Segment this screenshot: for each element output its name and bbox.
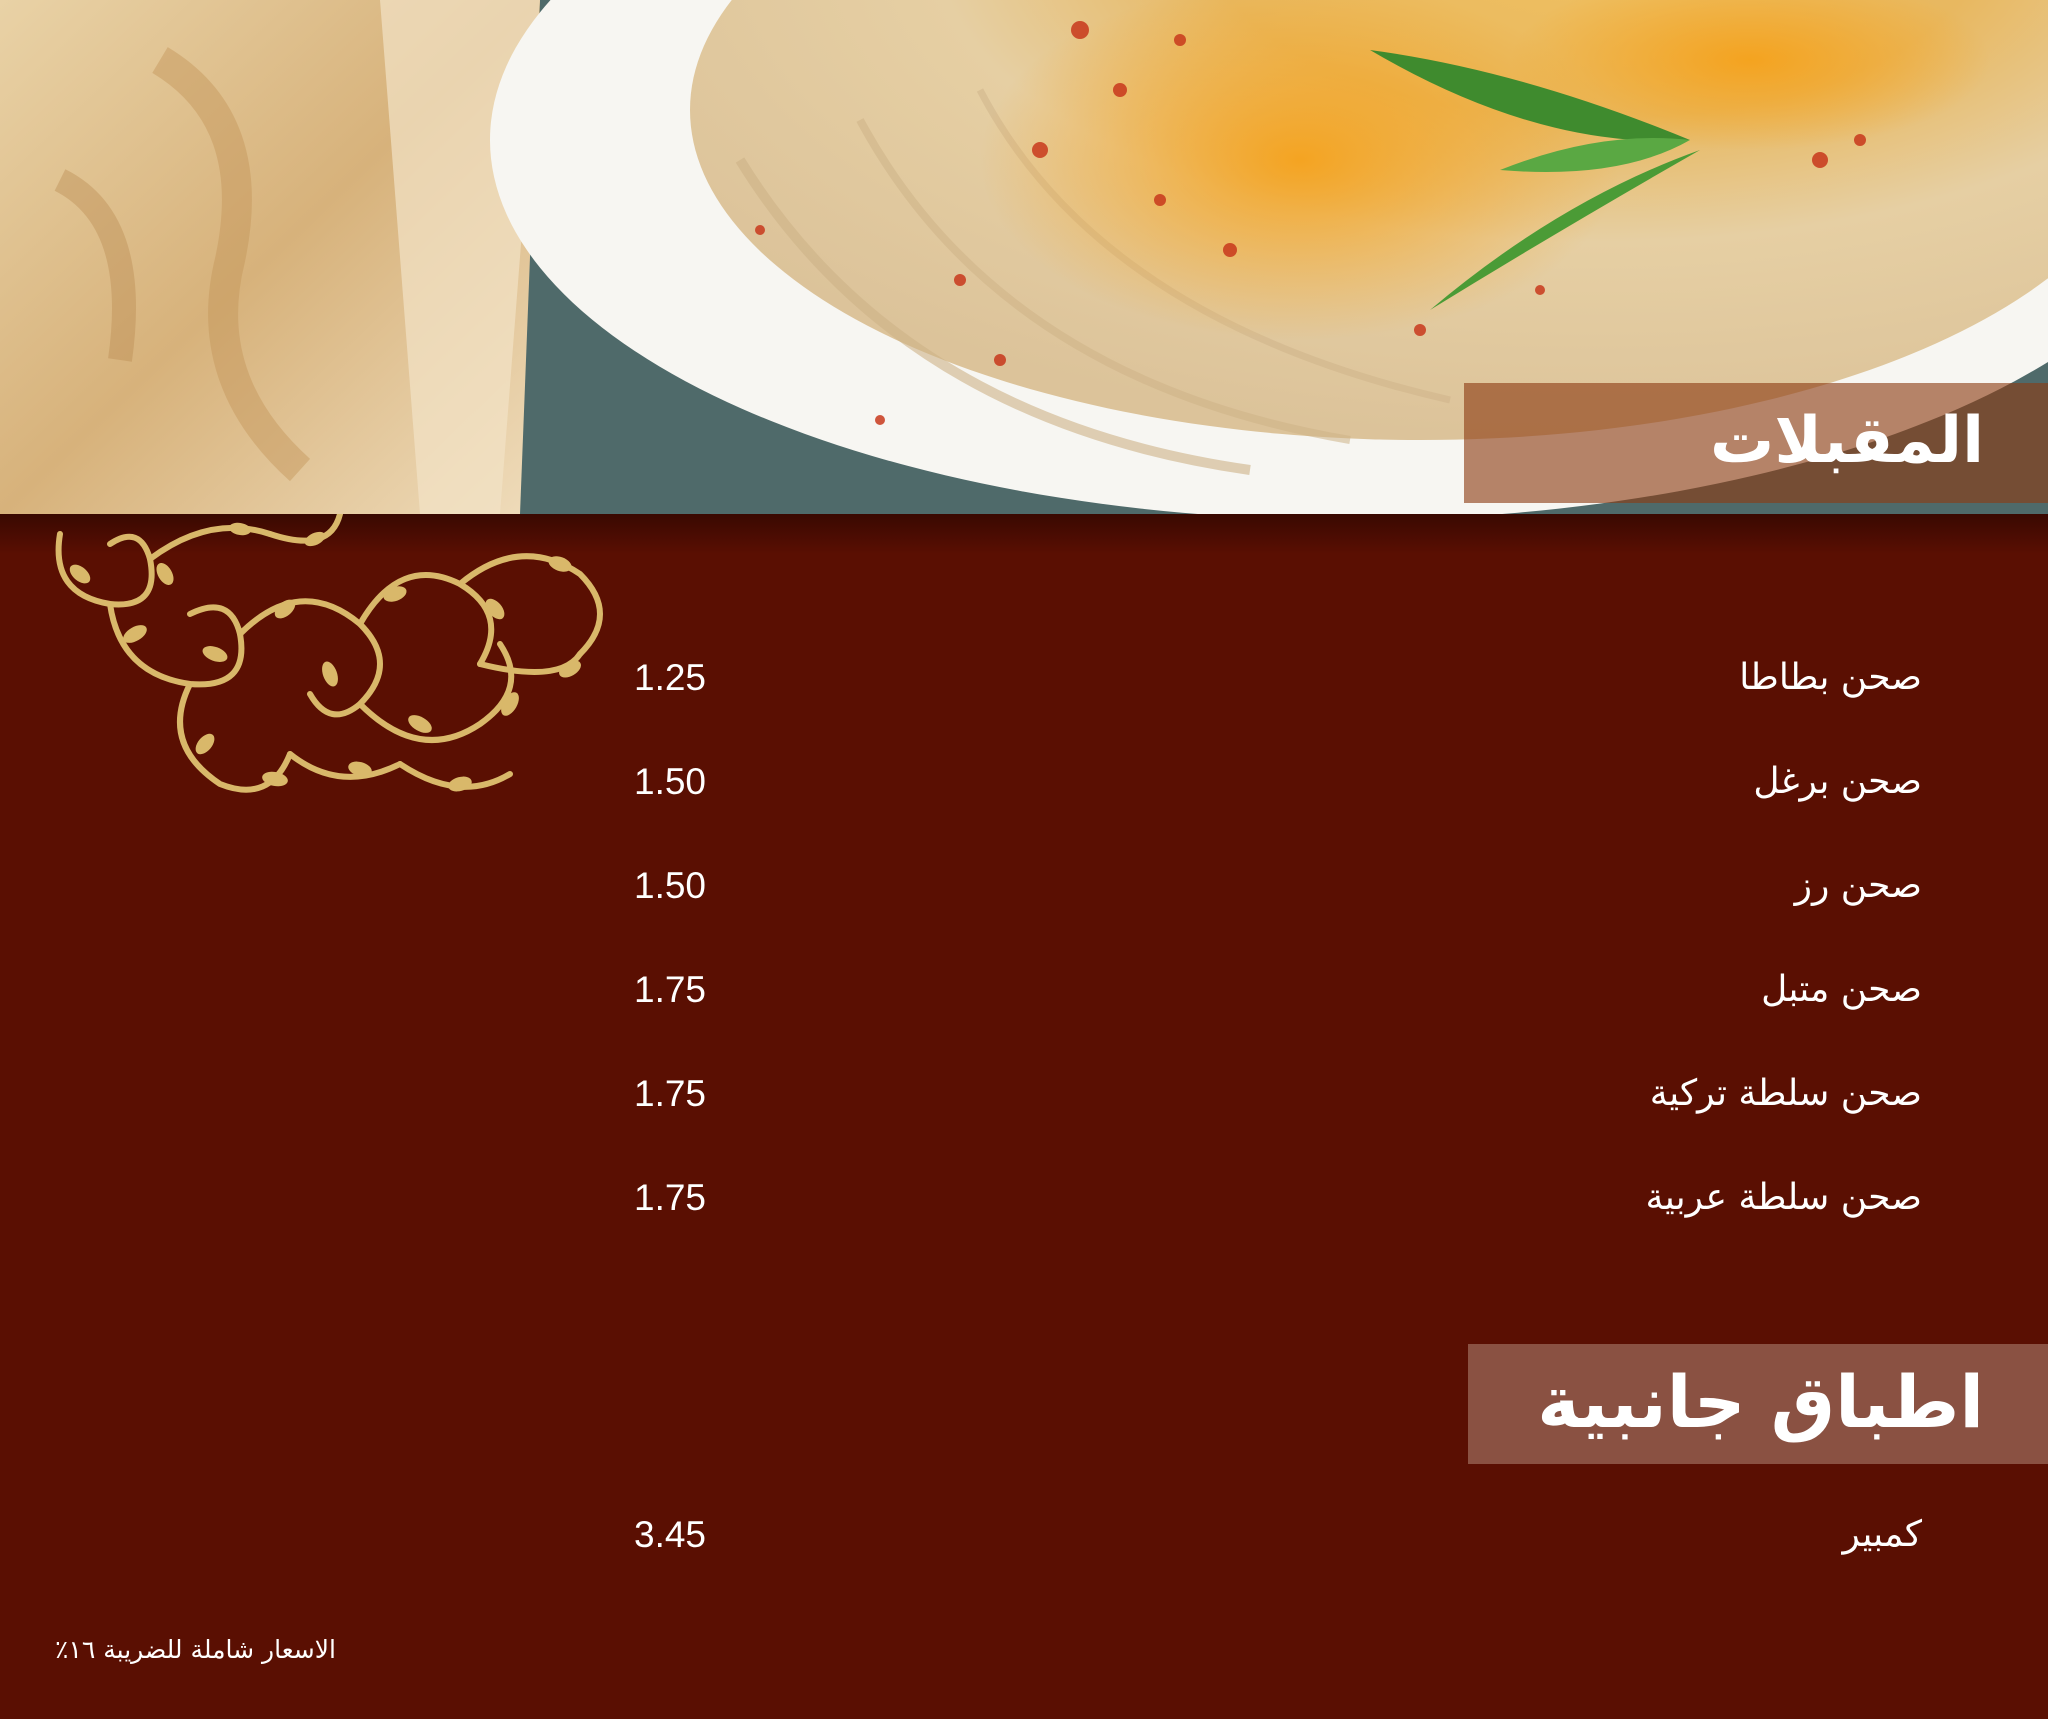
menu-item-price: 1.50 [634, 865, 707, 906]
tax-footnote: الاسعار شاملة للضريبة ١٦٪ [55, 1635, 336, 1664]
menu-item-price: 1.50 [634, 761, 707, 802]
section-title-side-dishes: اطباق جانبية [1468, 1344, 2048, 1464]
menu-item-name: صحن سلطة عربية [1645, 1177, 1922, 1218]
menu-item-price: 1.25 [634, 657, 707, 698]
menu-item-name: صحن برغل [1753, 761, 1922, 802]
menu-item: كمبير 3.45 [620, 1505, 1922, 1565]
menu-item: صحن سلطة تركية 1.75 [620, 1064, 1922, 1124]
section-title-appetizers: المقبلات [1464, 383, 2048, 503]
menu-item: صحن بطاطا 1.25 [620, 648, 1922, 708]
menu-item-price: 1.75 [634, 1073, 707, 1114]
menu-item-name: كمبير [1842, 1514, 1922, 1555]
menu-item-name: صحن بطاطا [1739, 657, 1922, 698]
gold-floral-ornament [55, 514, 603, 793]
menu-item-name: صحن رز [1794, 865, 1922, 906]
menu-item-price: 3.45 [634, 1514, 707, 1555]
menu-item: صحن متبل 1.75 [620, 960, 1922, 1020]
menu-item-name: صحن متبل [1761, 969, 1922, 1010]
menu-item-name: صحن سلطة تركية [1649, 1073, 1922, 1114]
menu-item-price: 1.75 [634, 1177, 707, 1218]
menu-item: صحن رز 1.50 [620, 856, 1922, 916]
menu-item: صحن برغل 1.50 [620, 752, 1922, 812]
menu-item: صحن سلطة عربية 1.75 [620, 1168, 1922, 1228]
hero-food-photo: المقبلات [0, 0, 2048, 514]
menu-item-price: 1.75 [634, 969, 707, 1010]
